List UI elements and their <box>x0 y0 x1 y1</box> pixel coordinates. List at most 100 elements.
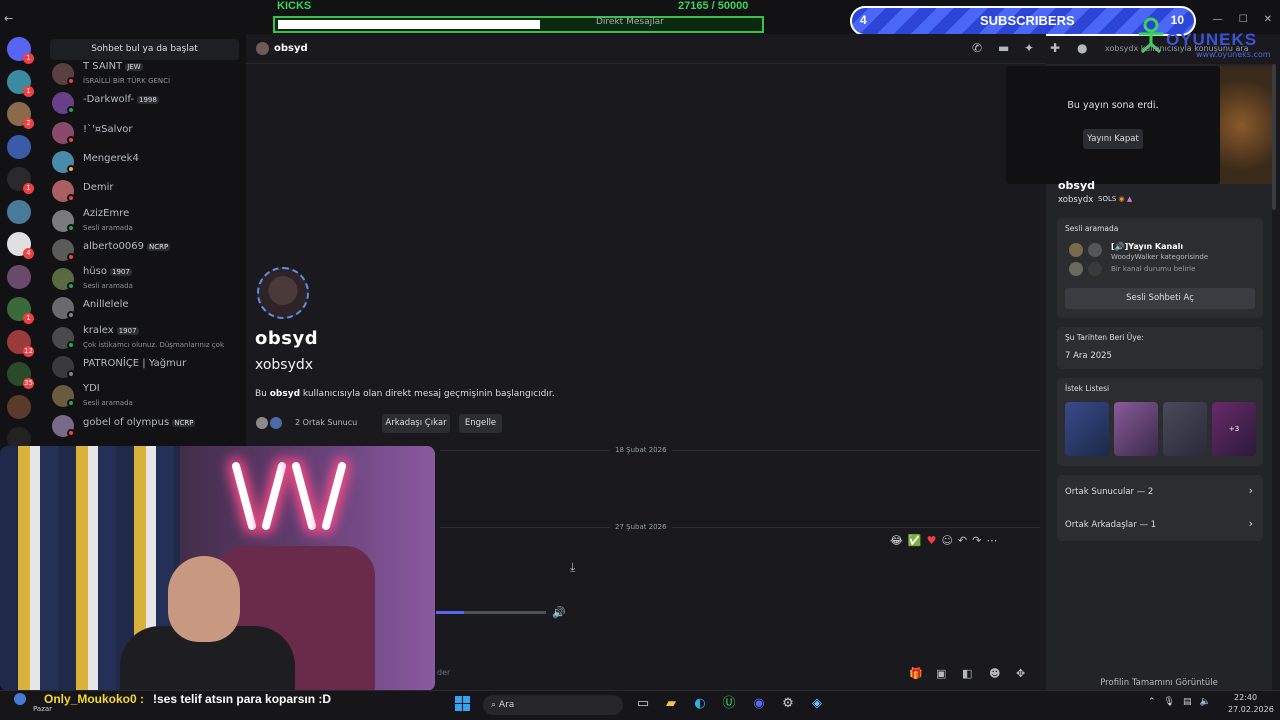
voice-status[interactable]: Bir kanal durumu belirle <box>1111 265 1195 273</box>
discord-home-icon[interactable]: 1 <box>7 37 34 64</box>
add-reaction-icon[interactable]: ☺ <box>941 534 952 547</box>
server-icon[interactable] <box>7 394 31 419</box>
friend-item[interactable]: kralex 1907 Çok istikamcı olunuz. Düşmanla… <box>52 325 242 351</box>
clock-date[interactable]: 27.02.2026 <box>1228 705 1274 714</box>
wishlist-item[interactable] <box>1065 402 1109 456</box>
microphone-icon[interactable]: 🎙 <box>1164 697 1175 707</box>
emoji-icon[interactable]: ☻ <box>989 667 1000 680</box>
server-icon[interactable] <box>7 134 31 159</box>
find-conversation-button[interactable]: Sohbet bul ya da başlat <box>50 39 239 60</box>
friend-item[interactable]: T SAINT JEW İSRAİLLİ BİR TÜRK GENCİ <box>52 61 242 87</box>
friend-item[interactable]: Anillelele <box>52 295 242 321</box>
block-button[interactable]: Engelle <box>459 414 502 433</box>
server-icon[interactable]: 35 <box>7 362 34 389</box>
view-full-profile-link[interactable]: Profilin Tamamını Görüntüle <box>1046 678 1272 688</box>
close-icon[interactable]: ✕ <box>1264 14 1272 25</box>
forward-icon[interactable]: ↷ <box>972 534 981 547</box>
dm-avatar[interactable] <box>257 267 309 319</box>
friend-item[interactable]: Demir <box>52 178 242 204</box>
speaker-icon[interactable]: 🔈 <box>1200 697 1211 707</box>
gif-icon[interactable]: ▣ <box>936 667 946 680</box>
friend-item[interactable]: gobel of olympus NCRP <box>52 413 242 439</box>
notification-badge: 1 <box>23 183 34 194</box>
app-icon[interactable]: ⚙ <box>779 695 797 713</box>
status-indicator <box>67 311 75 320</box>
mutual-servers-link[interactable]: 2 Ortak Sunucu <box>295 418 357 427</box>
server-icon[interactable]: 4 <box>7 232 34 259</box>
chevron-right-icon[interactable]: › <box>1249 484 1253 497</box>
mutual-servers-row[interactable]: Ortak Sunucular — 2 <box>1065 487 1153 497</box>
notification-badge: 2 <box>23 118 34 129</box>
server-icon[interactable] <box>7 199 31 224</box>
edge-browser-icon[interactable]: ◐ <box>691 695 709 713</box>
pin-icon[interactable]: ✦ <box>1024 41 1034 55</box>
emoji-heart-icon[interactable]: ♥ <box>927 534 937 547</box>
status-indicator <box>67 252 75 261</box>
emoji-laugh-icon[interactable]: 😂 <box>890 534 903 547</box>
back-arrow-icon[interactable]: ← <box>4 12 13 25</box>
apps-icon[interactable]: ✥ <box>1016 667 1025 680</box>
header-username[interactable]: obsyd <box>274 43 308 54</box>
audio-progress-bar[interactable] <box>436 611 546 614</box>
download-icon[interactable]: ⤓ <box>570 560 575 575</box>
date-divider-label: 27 Şubat 2026 <box>610 523 672 531</box>
stream-chat-message: !ses telif atsın para koparsın :D <box>153 692 332 706</box>
dm-username: xobsydx <box>255 357 314 373</box>
friend-item[interactable]: !`'¤Salvor <box>52 120 242 146</box>
task-view-icon[interactable]: ▭ <box>634 695 652 713</box>
wishlist-item[interactable] <box>1163 402 1207 456</box>
server-icon[interactable]: 1 <box>7 69 34 97</box>
minimize-icon[interactable]: — <box>1213 14 1223 25</box>
friend-tag: 1998 <box>137 96 159 105</box>
video-call-icon[interactable]: ▬ <box>998 41 1009 55</box>
audio-progress-fill <box>436 611 464 614</box>
discord-icon[interactable]: ◉ <box>750 695 768 713</box>
voice-card: Sesli aramada [🔊]Yayın Kanalı WoodyWalke… <box>1057 218 1263 318</box>
windows-start-icon[interactable] <box>455 696 470 711</box>
open-voice-chat-button[interactable]: Sesli Sohbeti Aç <box>1065 288 1255 309</box>
friend-item[interactable]: alberto0069 NCRP <box>52 237 242 263</box>
server-icon[interactable]: 1 <box>7 297 34 324</box>
add-friend-icon[interactable]: ✚ <box>1050 41 1060 55</box>
server-icon[interactable]: 1 <box>7 167 34 194</box>
server-icon[interactable]: 12 <box>7 329 34 357</box>
file-explorer-icon[interactable]: ▰ <box>662 695 680 713</box>
header-avatar[interactable] <box>256 42 269 55</box>
friend-item[interactable]: -Darkwolf- 1998 <box>52 90 242 116</box>
network-icon[interactable]: ▤ <box>1183 697 1192 707</box>
friend-item[interactable]: PATRONİÇE | Yağmur <box>52 354 242 380</box>
app-icon[interactable]: Ⓤ <box>720 695 738 713</box>
profile-banner <box>1220 66 1272 184</box>
emoji-check-icon[interactable]: ✅ <box>908 534 922 547</box>
clock-time[interactable]: 22:40 <box>1234 693 1257 702</box>
friend-item[interactable]: Mengerek4 <box>52 149 242 175</box>
user-profile-icon[interactable]: ● <box>1077 41 1087 55</box>
wishlist-more[interactable]: +3 <box>1212 402 1256 456</box>
friend-tag: 1907 <box>116 326 139 335</box>
chevron-up-icon[interactable]: ⌃ <box>1148 697 1156 707</box>
steam-icon[interactable]: ◈ <box>808 695 826 713</box>
gift-icon[interactable]: 🎁 <box>909 667 923 680</box>
wishlist-item[interactable] <box>1114 402 1158 456</box>
chevron-right-icon[interactable]: › <box>1249 517 1253 530</box>
phone-icon[interactable]: ✆ <box>972 41 982 55</box>
mutual-friends-row[interactable]: Ortak Arkadaşlar — 1 <box>1065 520 1156 530</box>
server-icon[interactable]: 2 <box>7 102 34 129</box>
maximize-icon[interactable]: ☐ <box>1239 14 1248 25</box>
friend-item[interactable]: YDI Sesli aramada <box>52 383 242 409</box>
more-options-icon[interactable]: ⋯ <box>986 534 997 547</box>
dm-intro-text: Bu obsyd kullanıcısıyla olan direkt mesa… <box>255 389 555 399</box>
close-stream-button[interactable]: Yayını Kapat <box>1083 129 1143 149</box>
search-input[interactable]: xobsydx kullanıcısıyla konuşunu ara <box>1105 40 1255 58</box>
volume-icon[interactable]: 🔊 <box>552 606 566 619</box>
weather-icon[interactable] <box>14 693 26 705</box>
friend-item[interactable]: hüso 1907 Sesli aramada <box>52 266 242 292</box>
neon-light <box>291 461 317 531</box>
server-icon[interactable] <box>7 264 31 289</box>
sticker-icon[interactable]: ◧ <box>962 667 972 680</box>
reply-icon[interactable]: ↶ <box>958 534 967 547</box>
taskbar-search[interactable]: ⌕ Ara <box>483 695 623 715</box>
friend-item[interactable]: AzizEmre Sesli aramada <box>52 208 242 234</box>
profile-scrollbar[interactable] <box>1272 64 1276 210</box>
remove-friend-button[interactable]: Arkadaşı Çıkar <box>382 414 450 433</box>
